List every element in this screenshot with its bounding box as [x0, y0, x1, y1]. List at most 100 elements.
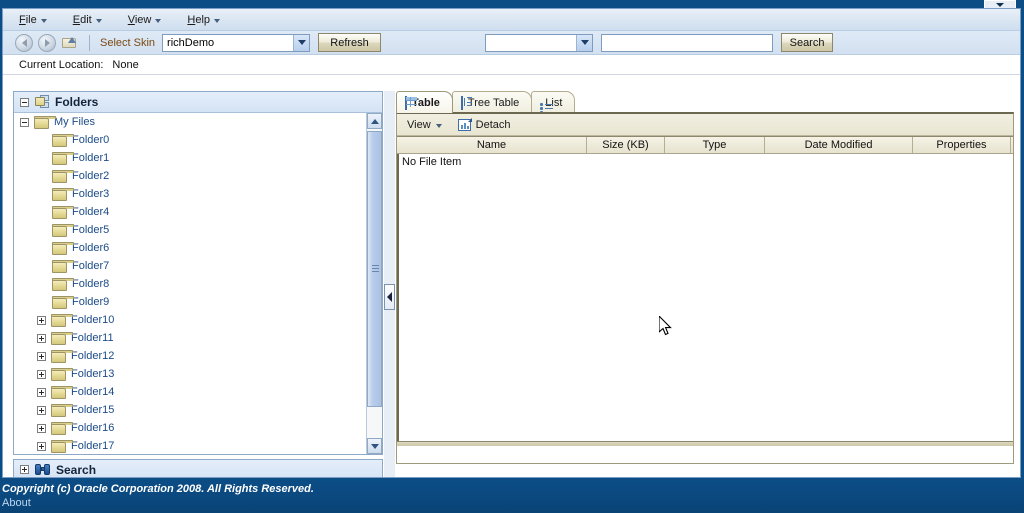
tree-node-label: Folder8 [72, 278, 110, 290]
tree-node[interactable]: Folder9 [14, 293, 366, 311]
column-header-properties[interactable]: Properties [913, 137, 1011, 153]
tree-node[interactable]: Folder12 [14, 347, 366, 365]
folders-panel-title: Folders [55, 95, 99, 109]
chevron-down-icon [435, 123, 442, 128]
tree-node[interactable]: Folder0 [14, 131, 366, 149]
scroll-down-button[interactable] [367, 438, 382, 454]
about-link[interactable]: About [2, 497, 31, 509]
menu-edit[interactable]: Edit [73, 14, 102, 26]
tree-node[interactable]: Folder5 [14, 221, 366, 239]
search-panel-header[interactable]: Search [13, 459, 383, 477]
folder-icon [52, 187, 74, 201]
table-body: No File Item [397, 154, 1013, 441]
tree-node-label: Folder15 [71, 404, 115, 416]
view-tabs: Table Tree Table List [396, 91, 1014, 114]
back-button[interactable] [15, 33, 33, 52]
panel-splitter[interactable] [384, 91, 395, 477]
column-header-size-kb[interactable]: Size (KB) [587, 137, 665, 153]
folder-icon [51, 349, 73, 363]
tree-node-label: Folder16 [71, 422, 115, 434]
binoculars-icon [35, 463, 51, 476]
folder-icon [52, 169, 74, 183]
menu-view[interactable]: View [128, 14, 162, 26]
search-scope-select[interactable] [485, 33, 594, 52]
tree-node[interactable]: Folder3 [14, 185, 366, 203]
column-header-label: Size (KB) [602, 139, 649, 151]
tree-node[interactable]: Folder8 [14, 275, 366, 293]
application-window: File Edit View Help Select Skin richDemo… [0, 0, 1024, 513]
tab-table[interactable]: Table [396, 91, 453, 113]
up-folder-button[interactable] [61, 34, 79, 52]
search-panel-toggle-icon[interactable] [20, 465, 29, 474]
column-header-name[interactable]: Name [397, 137, 587, 153]
tree-node[interactable]: Folder4 [14, 203, 366, 221]
forward-arrow-icon [44, 38, 50, 47]
expand-node-icon[interactable] [37, 387, 46, 397]
folders-icon [35, 95, 50, 109]
refresh-button[interactable]: Refresh [318, 33, 382, 52]
folders-panel-toggle-icon[interactable] [20, 97, 29, 107]
tab-list[interactable]: List [531, 91, 576, 114]
tab-tree-table[interactable]: Tree Table [451, 91, 533, 113]
column-header-type[interactable]: Type [665, 137, 765, 153]
table-toolbar: View Detach [397, 114, 1013, 136]
expand-node-icon[interactable] [37, 441, 46, 451]
menu-file[interactable]: File [19, 14, 47, 26]
tree-node-label: Folder10 [71, 314, 115, 326]
tree-node[interactable]: Folder10 [14, 311, 366, 329]
scrollbar-track[interactable] [367, 129, 382, 438]
folder-icon [52, 259, 74, 273]
tree-node[interactable]: Folder11 [14, 329, 366, 347]
view-menu-button[interactable]: View [407, 119, 442, 131]
tab-label: Tree Table [467, 96, 520, 109]
tree-node[interactable]: Folder13 [14, 365, 366, 383]
folders-tree[interactable]: My Files Folder0 Folder1 Folder2 Folder3 Fold… [14, 113, 366, 454]
folders-panel-header[interactable]: Folders [14, 92, 382, 113]
forward-button[interactable] [38, 33, 56, 52]
tree-node-label: Folder2 [72, 170, 110, 182]
skin-select[interactable]: richDemo [162, 33, 311, 52]
folder-icon [51, 403, 73, 417]
tree-node[interactable]: Folder6 [14, 239, 366, 257]
scrollbar-thumb[interactable] [367, 131, 382, 407]
column-header-label: Date Modified [804, 139, 873, 151]
toolbar-separator [89, 34, 90, 51]
tree-node[interactable]: Folder1 [14, 149, 366, 167]
tree-node-label: Folder3 [72, 188, 110, 200]
search-button[interactable]: Search [781, 33, 834, 52]
column-header-date-modified[interactable]: Date Modified [765, 137, 913, 153]
splitter-collapse-button[interactable] [384, 284, 395, 310]
tree-node-label: Folder13 [71, 368, 115, 380]
folders-panel: Folders My Files Folder0 Folder1 Folder2 Fol… [13, 91, 383, 455]
menu-help[interactable]: Help [187, 14, 221, 26]
tree-node[interactable]: Folder17 [14, 437, 366, 454]
tree-node[interactable]: Folder15 [14, 401, 366, 419]
folder-icon [51, 331, 73, 345]
chevron-down-icon [214, 18, 221, 23]
expand-node-icon[interactable] [37, 405, 46, 415]
collapse-node-icon[interactable] [20, 117, 29, 127]
tree-node[interactable]: Folder14 [14, 383, 366, 401]
tree-node[interactable]: My Files [14, 113, 366, 131]
folders-tree-scrollbar[interactable] [366, 113, 382, 454]
folder-icon [52, 133, 74, 147]
chevron-down-icon [95, 18, 102, 23]
scroll-up-button[interactable] [367, 113, 382, 129]
tree-node[interactable]: Folder2 [14, 167, 366, 185]
expand-node-icon[interactable] [37, 369, 46, 379]
tree-node-label: Folder1 [72, 152, 110, 164]
search-input[interactable] [601, 33, 774, 52]
detach-button[interactable]: Detach [457, 117, 511, 131]
tree-node-label: My Files [54, 116, 95, 128]
tree-node[interactable]: Folder16 [14, 419, 366, 437]
scroll-down-icon [370, 443, 379, 449]
expand-node-icon[interactable] [37, 315, 46, 325]
folder-icon [51, 439, 73, 453]
tree-node-label: Folder11 [71, 332, 114, 344]
expand-node-icon[interactable] [37, 333, 46, 343]
tree-node[interactable]: Folder7 [14, 257, 366, 275]
tree-node-label: Folder14 [71, 386, 115, 398]
table-header-row: Name Size (KB) Type Date Modified Properties [397, 136, 1013, 154]
expand-node-icon[interactable] [37, 351, 46, 361]
expand-node-icon[interactable] [37, 423, 46, 433]
